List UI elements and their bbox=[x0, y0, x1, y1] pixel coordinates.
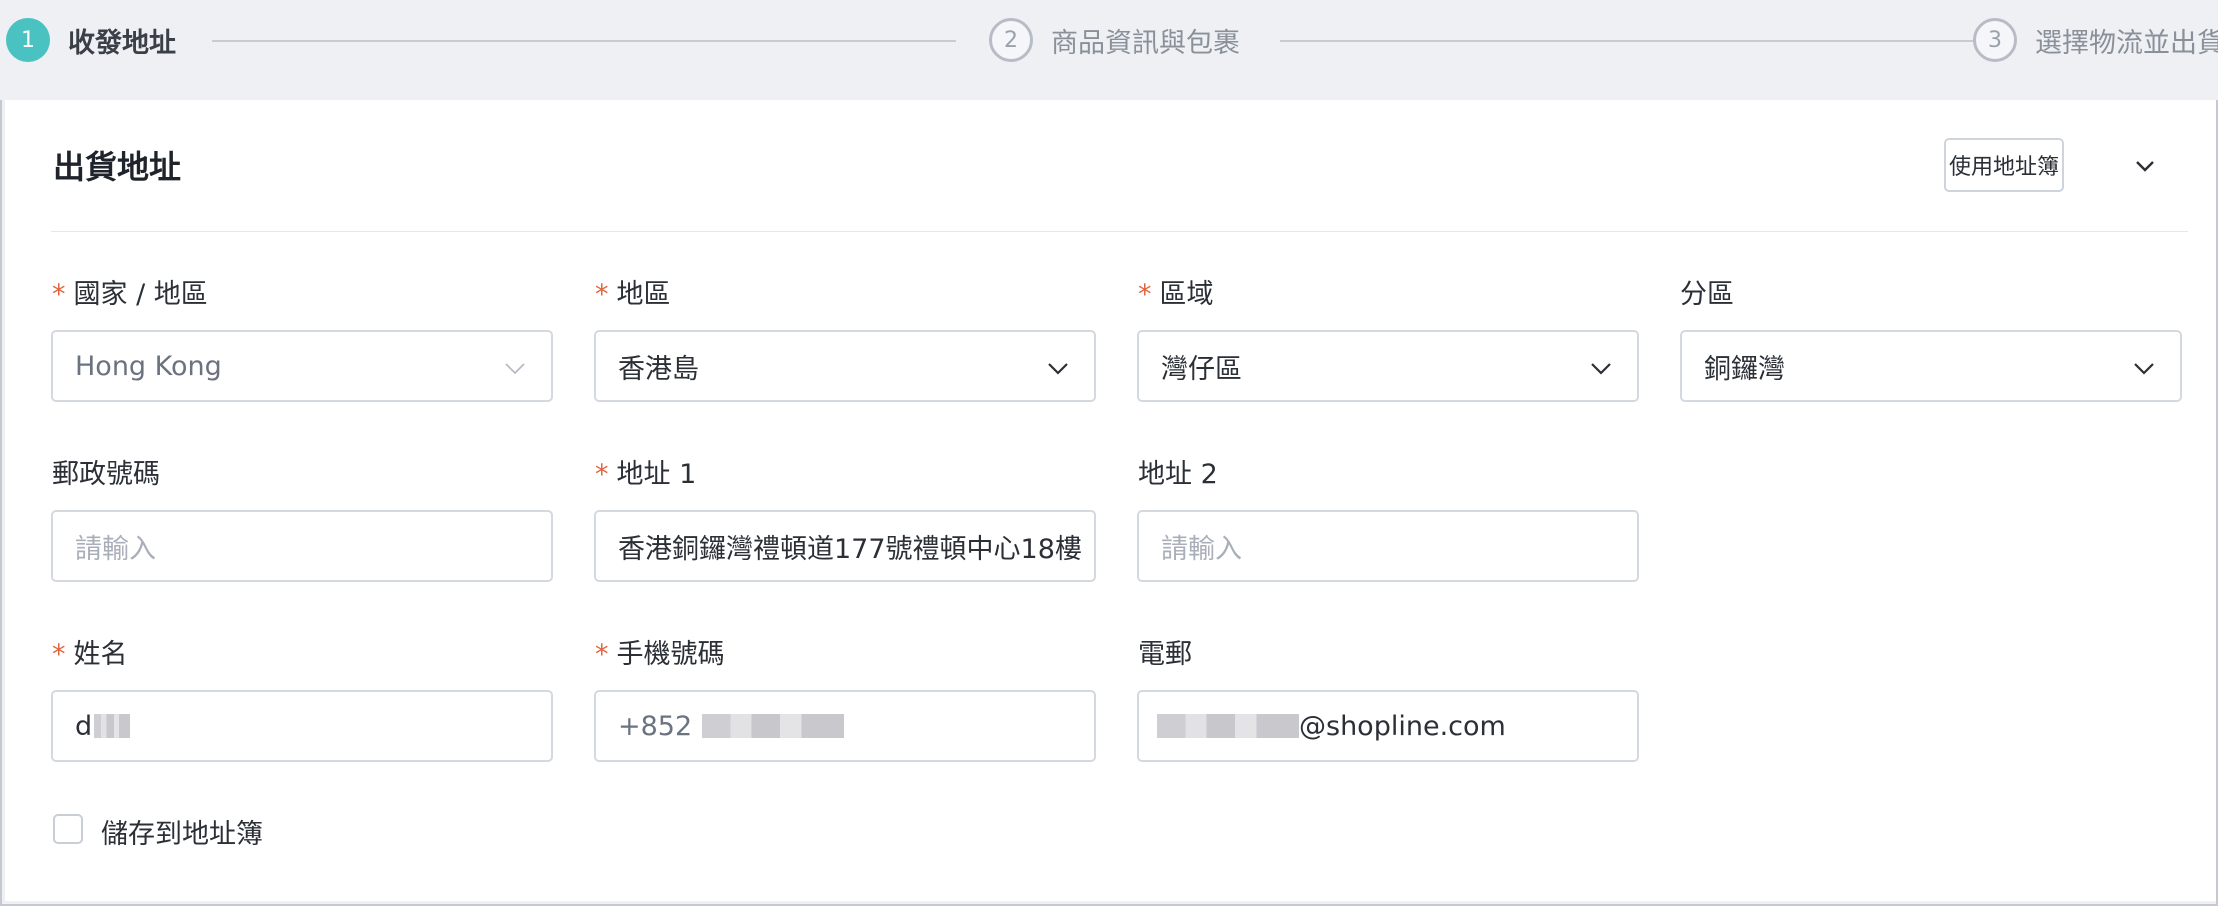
step-1[interactable]: 1 收發地址 bbox=[6, 0, 176, 80]
email-input[interactable]: @shopline.com bbox=[1137, 690, 1639, 762]
save-to-address-book-label[interactable]: 儲存到地址簿 bbox=[101, 812, 263, 851]
subdistrict-value: 銅鑼灣 bbox=[1704, 353, 1785, 385]
phone-input[interactable]: +852 bbox=[594, 690, 1096, 762]
required-mark: * bbox=[595, 459, 609, 490]
country-select[interactable]: Hong Kong bbox=[51, 330, 553, 402]
step-connector bbox=[1280, 40, 1980, 42]
phone-label: * 手機號碼 bbox=[595, 639, 725, 670]
required-mark: * bbox=[52, 639, 66, 670]
address2-input[interactable]: 請輸入 bbox=[1137, 510, 1639, 582]
postal-code-input[interactable]: 請輸入 bbox=[51, 510, 553, 582]
divider bbox=[51, 231, 2188, 232]
required-mark: * bbox=[595, 639, 609, 670]
district-value: 灣仔區 bbox=[1161, 353, 1242, 385]
email-label: 電郵 bbox=[1138, 639, 1192, 670]
address2-placeholder: 請輸入 bbox=[1161, 533, 1242, 565]
step-2-label: 商品資訊與包裹 bbox=[1051, 27, 1240, 59]
section-title: 出貨地址 bbox=[53, 148, 182, 186]
chevron-down-icon bbox=[2134, 363, 2154, 375]
region-select[interactable]: 香港島 bbox=[594, 330, 1096, 402]
use-address-book-button[interactable]: 使用地址簿 bbox=[1944, 138, 2064, 192]
subdistrict-select[interactable]: 銅鑼灣 bbox=[1680, 330, 2182, 402]
required-mark: * bbox=[595, 279, 609, 310]
redacted-text bbox=[94, 714, 131, 738]
postal-code-label: 郵政號碼 bbox=[52, 459, 160, 490]
step-2-number: 2 bbox=[989, 18, 1033, 62]
redacted-text bbox=[1157, 714, 1299, 738]
collapse-section-button[interactable] bbox=[2127, 148, 2163, 184]
step-1-label: 收發地址 bbox=[68, 27, 176, 59]
redacted-text bbox=[702, 714, 845, 738]
shipping-address-card: 出貨地址 使用地址簿 * 國家 / 地區 * 地區 * 區域 分區 Hong Kong… bbox=[5, 100, 2216, 901]
required-mark: * bbox=[1138, 279, 1152, 310]
step-1-number: 1 bbox=[6, 18, 50, 62]
address1-label: * 地址 1 bbox=[595, 459, 697, 490]
step-2[interactable]: 2 商品資訊與包裹 bbox=[989, 0, 1240, 80]
phone-prefix: +852 bbox=[618, 710, 693, 742]
chevron-down-icon bbox=[2136, 161, 2154, 172]
name-input[interactable]: d bbox=[51, 690, 553, 762]
email-value: @shopline.com bbox=[1299, 710, 1506, 742]
address1-input[interactable]: 香港銅鑼灣禮頓道177號禮頓中心18樓 bbox=[594, 510, 1096, 582]
step-3-number: 3 bbox=[1973, 18, 2017, 62]
step-3-label: 選擇物流並出貨 bbox=[2035, 27, 2218, 59]
progress-stepper: 1 收發地址 2 商品資訊與包裹 3 選擇物流並出貨 bbox=[0, 0, 2218, 100]
required-mark: * bbox=[52, 279, 66, 310]
postal-code-placeholder: 請輸入 bbox=[75, 533, 156, 565]
region-value: 香港島 bbox=[618, 353, 699, 385]
step-connector bbox=[212, 40, 956, 42]
country-value: Hong Kong bbox=[75, 350, 222, 382]
chevron-down-icon bbox=[505, 363, 525, 375]
name-label: * 姓名 bbox=[52, 639, 128, 670]
country-label: * 國家 / 地區 bbox=[52, 279, 208, 310]
address1-value: 香港銅鑼灣禮頓道177號禮頓中心18樓 bbox=[618, 533, 1082, 565]
district-label: * 區域 bbox=[1138, 279, 1214, 310]
chevron-down-icon bbox=[1591, 363, 1611, 375]
name-value: d bbox=[75, 710, 93, 742]
region-label: * 地區 bbox=[595, 279, 671, 310]
subdistrict-label: 分區 bbox=[1680, 279, 1734, 310]
chevron-down-icon bbox=[1048, 363, 1068, 375]
address2-label: 地址 2 bbox=[1138, 459, 1218, 490]
district-select[interactable]: 灣仔區 bbox=[1137, 330, 1639, 402]
save-to-address-book-checkbox[interactable] bbox=[53, 814, 83, 844]
step-3[interactable]: 3 選擇物流並出貨 bbox=[1973, 0, 2218, 80]
